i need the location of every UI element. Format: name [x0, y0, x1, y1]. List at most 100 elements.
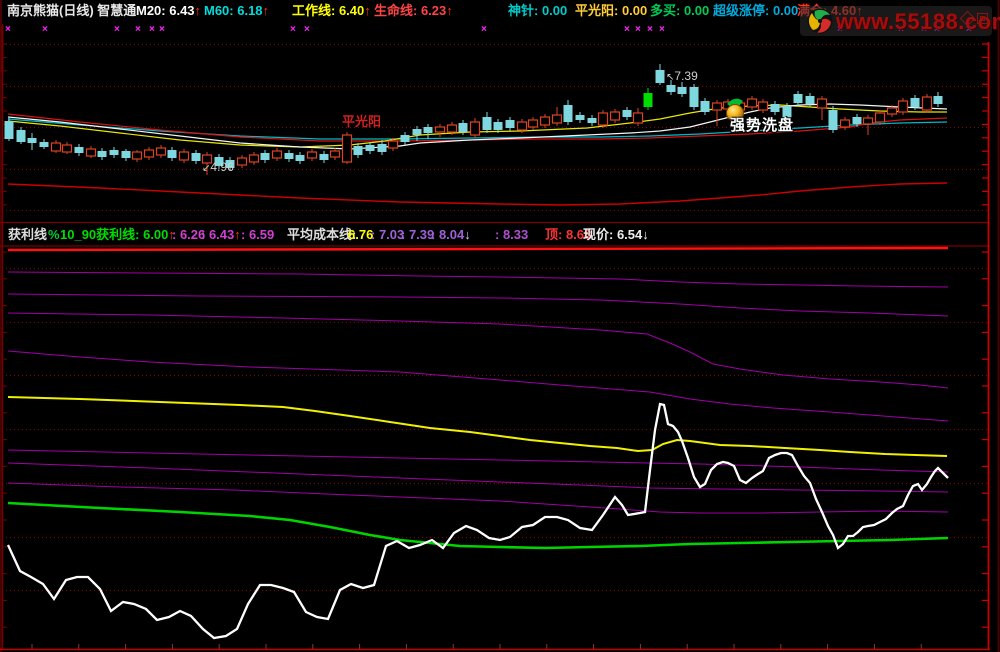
candle-body	[910, 98, 920, 107]
indicator-item: 获利线	[8, 227, 48, 242]
candle-body	[793, 94, 803, 103]
candle-body	[677, 87, 687, 94]
sell-signal-x-mark: ×	[481, 24, 487, 35]
ma-line-envelope-low	[7, 182, 948, 206]
candle-body	[74, 147, 84, 153]
candle-body	[828, 110, 838, 130]
candle-body	[700, 101, 710, 112]
candle-body	[632, 112, 644, 124]
candle-body	[271, 150, 283, 159]
candle-body	[306, 151, 318, 159]
candle-body	[516, 121, 528, 131]
candle-body	[365, 145, 375, 151]
candle-body	[458, 123, 468, 132]
header-item: 神针: 0.00	[508, 3, 568, 18]
candle-body	[121, 151, 131, 158]
candle-body	[886, 107, 898, 115]
up-arrow-icon: ↑	[262, 3, 270, 18]
candle-body	[97, 151, 107, 157]
candle-body	[4, 121, 14, 139]
candle-body	[131, 151, 143, 160]
candle-body	[874, 112, 886, 123]
stock-title: 南京熊猫(日线) 智慧通	[7, 3, 137, 18]
sell-signal-x-mark: ×	[149, 24, 155, 35]
candle-body	[622, 110, 632, 117]
indicator-line-level-8.33	[7, 271, 949, 288]
candle-body	[27, 138, 37, 143]
indicator-line-price-6.54	[6, 402, 949, 640]
down-arrow-icon: ↓	[642, 227, 649, 242]
candle-body	[609, 111, 621, 121]
up-arrow-icon: ↑	[234, 227, 241, 242]
candle-body	[16, 130, 26, 142]
indicator-item: : 6.43↑	[201, 227, 241, 242]
indicator-item: 6.76	[348, 227, 374, 242]
indicator-line-top-8.68	[7, 246, 949, 252]
candle-body	[236, 157, 248, 166]
header-item: 生命线: 6.23↑	[374, 3, 453, 18]
indicator-item: 现价: 6.54↓	[583, 227, 649, 242]
kline-and-indicator-chart	[0, 0, 1000, 652]
candle-body	[551, 114, 563, 124]
candle-body	[446, 124, 458, 133]
candle-body	[167, 150, 177, 158]
restore-window-icon[interactable]	[977, 13, 988, 24]
candle-body	[493, 122, 503, 130]
indicator-line-profit-6.00	[7, 501, 949, 550]
candle-body	[666, 85, 676, 92]
candle-body	[816, 98, 828, 109]
candle-body	[329, 150, 341, 158]
down-arrow-icon: ↓	[464, 227, 471, 242]
candle-body	[155, 147, 167, 156]
candle-body	[897, 100, 909, 113]
indicator-line-level-7.03	[7, 350, 949, 422]
candle-body	[839, 119, 851, 128]
indicator-line-avg-cost-6.76	[7, 396, 948, 457]
watermark-text: www.55188.com	[836, 9, 1000, 34]
candle-body	[539, 116, 551, 126]
indicator-line-level-7.39	[7, 312, 949, 389]
candle-body	[921, 96, 933, 111]
candle-body	[587, 118, 597, 123]
sell-signal-x-mark: ×	[135, 24, 141, 35]
sell-signal-x-mark: ×	[5, 24, 11, 35]
candle-body	[50, 142, 62, 152]
candle-body	[563, 105, 573, 122]
candle-body	[143, 149, 155, 158]
header-item: 多买: 0.00	[650, 3, 710, 18]
sell-signal-x-mark: ×	[635, 24, 641, 35]
candle-body	[400, 135, 410, 142]
sell-signal-x-mark: ×	[647, 24, 653, 35]
candle-body	[39, 142, 49, 147]
low-price-label: ↙4.96	[202, 160, 234, 174]
candle-body	[746, 98, 758, 108]
sell-signal-x-mark: ×	[304, 24, 310, 35]
header-item: 工作线: 6.40↑	[292, 3, 371, 18]
candle-body	[711, 102, 723, 111]
candle-body	[248, 154, 260, 163]
55188-logo-icon	[807, 8, 833, 34]
indicator-item: : 7.03	[371, 227, 405, 242]
candle-body	[319, 154, 329, 160]
up-arrow-icon: ↑	[364, 3, 371, 18]
indicator-line-level-6.26	[7, 482, 949, 514]
sell-signal-x-mark: ×	[42, 24, 48, 35]
candle-body	[178, 151, 190, 161]
candle-body	[191, 153, 201, 161]
candle-body	[805, 96, 815, 104]
candle-body	[469, 121, 481, 136]
sell-signal-x-mark: ×	[624, 24, 630, 35]
candle-body	[341, 134, 353, 163]
candle-body	[852, 117, 862, 124]
indicator-item: : 8.04↓	[431, 227, 471, 242]
candle-body	[689, 87, 699, 107]
sell-signal-x-mark: ×	[290, 24, 296, 35]
candle-body	[770, 104, 780, 112]
candle-body	[61, 144, 73, 153]
candle-body	[655, 70, 665, 83]
candle-body	[423, 127, 433, 133]
candle-body	[353, 146, 363, 155]
high-price-label: ↖7.39	[666, 69, 698, 83]
candle-body	[295, 155, 305, 161]
header-item: M20: 6.43↑	[136, 3, 202, 18]
